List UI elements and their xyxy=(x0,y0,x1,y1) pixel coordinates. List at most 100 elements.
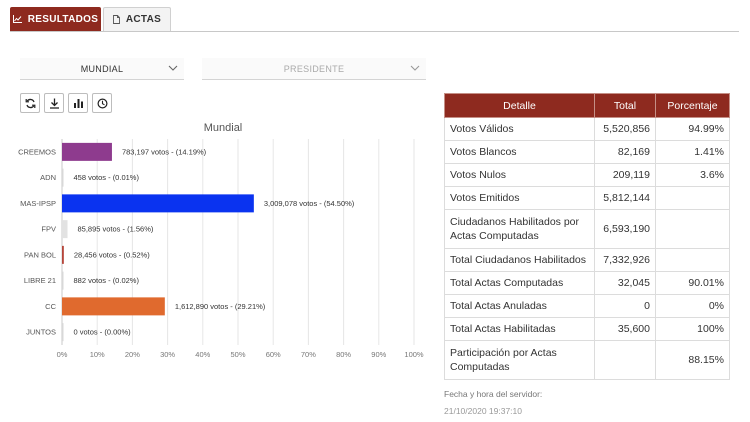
x-tick-label: 60% xyxy=(266,350,281,359)
cell-total: 82,169 xyxy=(594,140,656,164)
cell-total: 32,045 xyxy=(594,271,656,295)
x-tick-label: 70% xyxy=(301,350,316,359)
table-row: Votos Blancos 82,169 1.41% xyxy=(444,140,730,164)
cell-detalle-text: Participación por Actas Computadas xyxy=(450,347,557,373)
x-tick-label: 80% xyxy=(336,350,351,359)
y-tick-label: ADN xyxy=(40,173,56,182)
cell-detalle: Votos Válidos xyxy=(444,117,595,141)
results-bar-chart: 0% 10% 20% 30% 40% 50% 60% 70% 80% 90% 100% Mundia… xyxy=(18,122,424,359)
cell-detalle: Total Actas Habilitadas xyxy=(444,317,595,341)
document-icon xyxy=(112,15,120,24)
x-tick-label: 100% xyxy=(404,350,424,359)
y-tick-label: LIBRE 21 xyxy=(24,276,56,285)
header-detalle: Detalle xyxy=(444,93,595,118)
cell-detalle: Votos Blancos xyxy=(444,140,595,164)
y-tick-label: PAN BOL xyxy=(24,250,56,259)
bar-juntos[interactable] xyxy=(62,323,64,342)
download-icon xyxy=(49,98,59,109)
cell-detalle: Ciudadanos Habilitados por Actas Computa… xyxy=(444,209,595,249)
scope-select-value: MUNDIAL xyxy=(80,63,124,74)
bar-data-label: 0 votos - (0.00%) xyxy=(74,328,132,337)
y-tick-label: FPV xyxy=(41,225,56,234)
tab-resultados-label: RESULTADOS xyxy=(27,13,99,25)
tab-actas[interactable]: ACTAS xyxy=(103,7,171,31)
bar-data-label: 3,009,078 votos - (54.50%) xyxy=(264,199,355,208)
x-tick-label: 0% xyxy=(57,350,68,359)
server-time-label: Fecha y hora del servidor: xyxy=(444,389,543,399)
cell-porcentaje: 94.99% xyxy=(655,117,730,141)
scope-select[interactable]: MUNDIAL xyxy=(20,58,184,80)
election-select-value: PRESIDENTE xyxy=(283,63,345,74)
table-row: Total Actas Computadas 32,045 90.01% xyxy=(444,271,730,295)
cell-detalle: Votos Nulos xyxy=(444,163,595,187)
election-select[interactable]: PRESIDENTE xyxy=(202,58,426,80)
cell-porcentaje: 90.01% xyxy=(655,271,730,295)
tab-resultados[interactable]: RESULTADOS xyxy=(10,7,101,31)
table-row: Votos Nulos 209,119 3.6% xyxy=(444,163,730,187)
cell-detalle: Participación por Actas Computadas xyxy=(444,340,595,380)
cell-porcentaje xyxy=(655,209,730,249)
bar-chart-icon xyxy=(73,98,83,108)
header-total: Total xyxy=(594,93,656,118)
cell-total: 6,593,190 xyxy=(594,209,656,249)
bar-data-label: 85,895 votos - (1.56%) xyxy=(77,225,153,234)
x-tick-label: 10% xyxy=(90,350,105,359)
cell-porcentaje: 1.41% xyxy=(655,140,730,164)
summary-table-wrap: Detalle Total Porcentaje Votos Válidos 5… xyxy=(444,93,730,380)
table-header-row: Detalle Total Porcentaje xyxy=(444,93,730,118)
header-porcentaje: Porcentaje xyxy=(655,93,730,118)
cell-total: 5,812,144 xyxy=(594,186,656,210)
cell-total: 35,600 xyxy=(594,317,656,341)
cell-total: 5,520,856 xyxy=(594,117,656,141)
bar-adn[interactable] xyxy=(62,168,64,187)
x-tick-label: 20% xyxy=(125,350,140,359)
download-button[interactable] xyxy=(44,93,64,113)
chart-title: Mundial xyxy=(204,122,243,134)
clock-icon xyxy=(96,97,108,109)
chevron-down-icon xyxy=(410,65,420,71)
y-tick-label: CREEMOS xyxy=(18,147,56,156)
bar-data-label: 1,612,890 votos - (29.21%) xyxy=(175,302,266,311)
cell-detalle: Votos Emitidos xyxy=(444,186,595,210)
bar-data-label: 882 votos - (0.02%) xyxy=(74,276,140,285)
bar-fpv[interactable] xyxy=(62,220,68,239)
cell-total xyxy=(594,340,656,380)
cell-porcentaje: 3.6% xyxy=(655,163,730,187)
bar-creemos[interactable] xyxy=(62,142,112,161)
cell-porcentaje: 100% xyxy=(655,317,730,341)
bar-mas-ipsp[interactable] xyxy=(62,194,254,213)
table-row: Ciudadanos Habilitados por Actas Computa… xyxy=(444,209,730,249)
cell-porcentaje: 0% xyxy=(655,294,730,318)
y-tick-label: CC xyxy=(45,302,56,311)
cell-detalle-text: Ciudadanos Habilitados por Actas Computa… xyxy=(450,216,579,242)
cell-total: 0 xyxy=(594,294,656,318)
table-row: Total Ciudadanos Habilitados 7,332,926 xyxy=(444,248,730,272)
cell-total: 7,332,926 xyxy=(594,248,656,272)
table-row: Votos Emitidos 5,812,144 xyxy=(444,186,730,210)
cell-detalle: Total Ciudadanos Habilitados xyxy=(444,248,595,272)
cell-porcentaje: 88.15% xyxy=(655,340,730,380)
table-row: Total Actas Habilitadas 35,600 100% xyxy=(444,317,730,341)
table-row: Votos Válidos 5,520,856 94.99% xyxy=(444,117,730,141)
cell-porcentaje xyxy=(655,186,730,210)
chevron-down-icon xyxy=(168,65,178,71)
bar-cc[interactable] xyxy=(62,297,165,316)
x-tick-label: 40% xyxy=(195,350,210,359)
x-tick-label: 30% xyxy=(160,350,175,359)
bar-libre-21[interactable] xyxy=(62,271,64,290)
summary-table: Detalle Total Porcentaje Votos Válidos 5… xyxy=(444,93,730,380)
cell-porcentaje xyxy=(655,248,730,272)
bar-chart-button[interactable] xyxy=(68,93,88,113)
refresh-button[interactable] xyxy=(20,93,40,113)
x-tick-label: 90% xyxy=(371,350,386,359)
table-row: Total Actas Anuladas 0 0% xyxy=(444,294,730,318)
bar-data-label: 458 votos - (0.01%) xyxy=(74,173,140,182)
y-tick-label: MAS-IPSP xyxy=(20,199,56,208)
history-button[interactable] xyxy=(92,93,112,113)
tab-bar: RESULTADOS ACTAS xyxy=(10,7,739,32)
bar-data-label: 783,197 votos - (14.19%) xyxy=(122,147,207,156)
tab-actas-label: ACTAS xyxy=(125,14,162,25)
cell-total: 209,119 xyxy=(594,163,656,187)
table-row: Participación por Actas Computadas 88.15… xyxy=(444,340,730,380)
bar-pan-bol[interactable] xyxy=(62,245,64,264)
